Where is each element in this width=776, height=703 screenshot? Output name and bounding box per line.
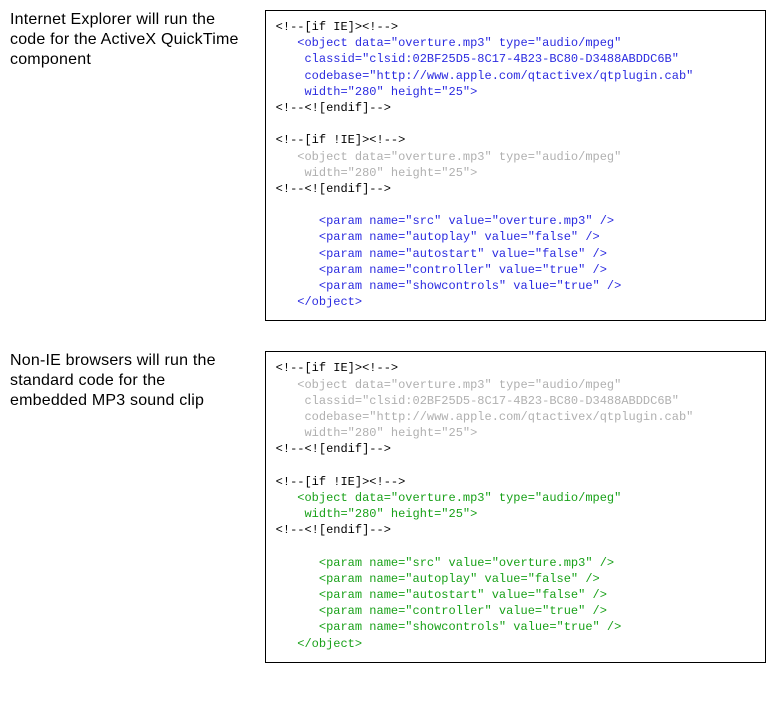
code-line: classid="clsid:02BF25D5-8C17-4B23-BC80-D… bbox=[276, 51, 755, 67]
code-line bbox=[276, 197, 755, 213]
code-line: <param name="autoplay" value="false" /> bbox=[276, 229, 755, 245]
code-line: classid="clsid:02BF25D5-8C17-4B23-BC80-D… bbox=[276, 393, 755, 409]
code-line: <param name="src" value="overture.mp3" /… bbox=[276, 213, 755, 229]
code-box-non-ie: <!--[if IE]><!--> <object data="overture… bbox=[265, 351, 766, 662]
code-line: codebase="http://www.apple.com/qtactivex… bbox=[276, 409, 755, 425]
code-line: <param name="showcontrols" value="true" … bbox=[276, 278, 755, 294]
code-line: width="280" height="25"> bbox=[276, 84, 755, 100]
code-line: width="280" height="25"> bbox=[276, 506, 755, 522]
code-line: <param name="autoplay" value="false" /> bbox=[276, 571, 755, 587]
example-non-ie: Non-IE browsers will run the standard co… bbox=[10, 351, 766, 662]
code-line: <param name="showcontrols" value="true" … bbox=[276, 619, 755, 635]
code-line bbox=[276, 116, 755, 132]
example-ie: Internet Explorer will run the code for … bbox=[10, 10, 766, 321]
code-line: <!--[if !IE]><!--> bbox=[276, 132, 755, 148]
code-box-ie: <!--[if IE]><!--> <object data="overture… bbox=[265, 10, 766, 321]
code-line: <!--[if IE]><!--> bbox=[276, 19, 755, 35]
code-line: <object data="overture.mp3" type="audio/… bbox=[276, 35, 755, 51]
code-line: width="280" height="25"> bbox=[276, 165, 755, 181]
code-line: <!--<![endif]--> bbox=[276, 100, 755, 116]
code-line: <!--[if IE]><!--> bbox=[276, 360, 755, 376]
caption-non-ie: Non-IE browsers will run the standard co… bbox=[10, 351, 265, 411]
code-line: <param name="controller" value="true" /> bbox=[276, 262, 755, 278]
code-line: <!--<![endif]--> bbox=[276, 522, 755, 538]
code-line: <param name="controller" value="true" /> bbox=[276, 603, 755, 619]
caption-ie: Internet Explorer will run the code for … bbox=[10, 10, 265, 70]
code-line: <!--<![endif]--> bbox=[276, 441, 755, 457]
code-line: codebase="http://www.apple.com/qtactivex… bbox=[276, 68, 755, 84]
code-line: <!--<![endif]--> bbox=[276, 181, 755, 197]
code-line: width="280" height="25"> bbox=[276, 425, 755, 441]
code-line: <param name="autostart" value="false" /> bbox=[276, 587, 755, 603]
code-line: <object data="overture.mp3" type="audio/… bbox=[276, 149, 755, 165]
code-line: <!--[if !IE]><!--> bbox=[276, 474, 755, 490]
code-line: <object data="overture.mp3" type="audio/… bbox=[276, 377, 755, 393]
code-line: <object data="overture.mp3" type="audio/… bbox=[276, 490, 755, 506]
code-line: </object> bbox=[276, 636, 755, 652]
code-line: </object> bbox=[276, 294, 755, 310]
code-line bbox=[276, 538, 755, 554]
code-line: <param name="autostart" value="false" /> bbox=[276, 246, 755, 262]
code-line bbox=[276, 458, 755, 474]
code-line: <param name="src" value="overture.mp3" /… bbox=[276, 555, 755, 571]
